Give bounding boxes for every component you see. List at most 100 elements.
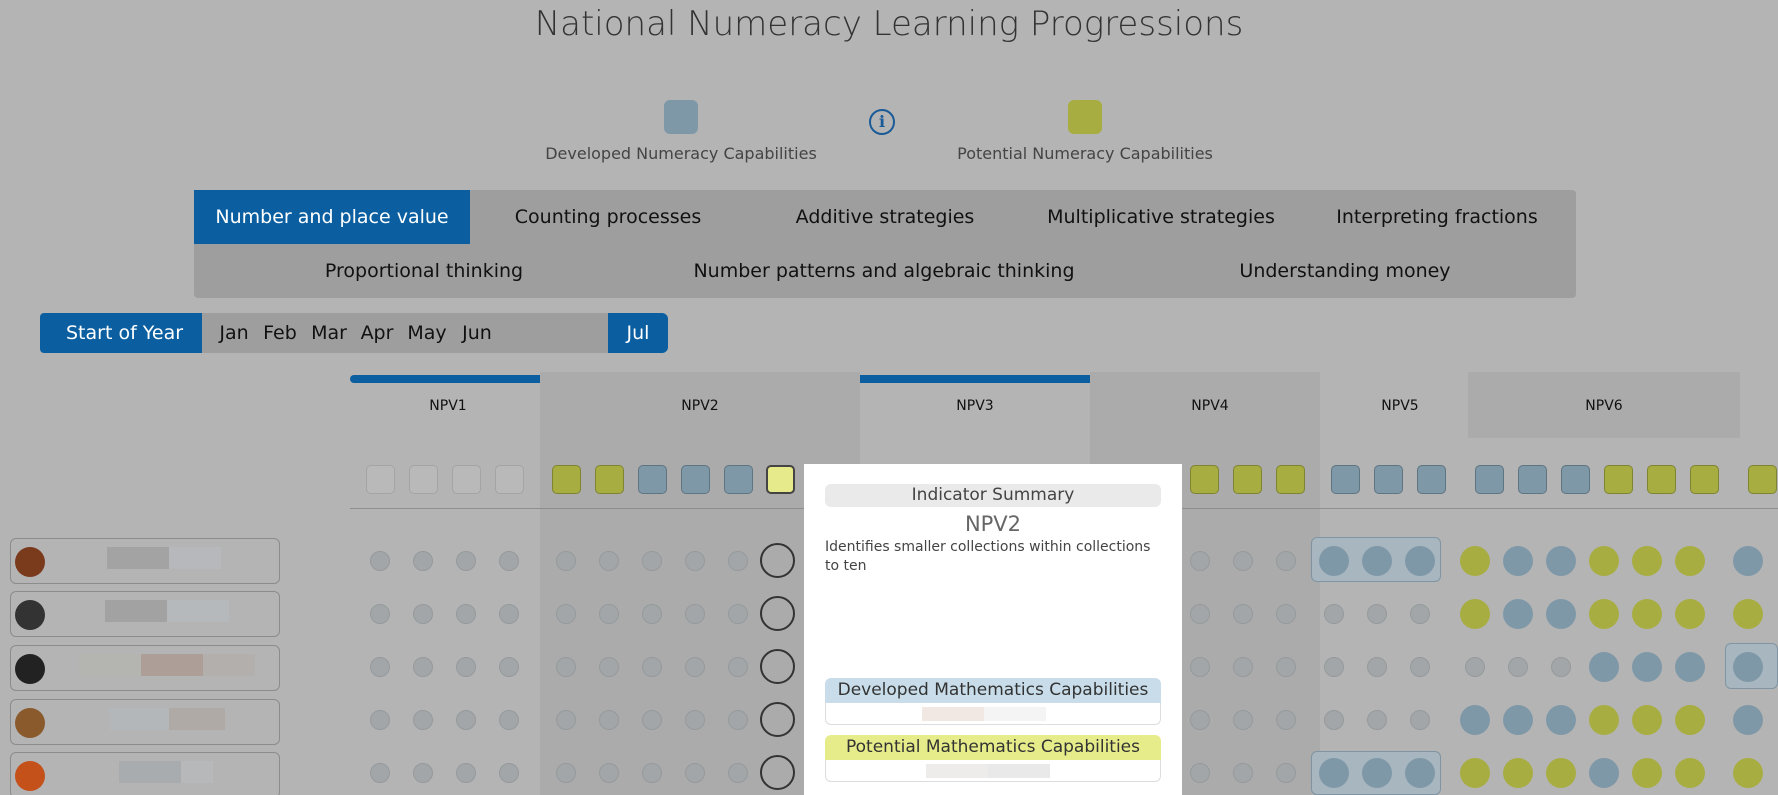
info-icon[interactable]: i [869,109,895,135]
indicator-square[interactable] [1518,465,1547,494]
progress-dot[interactable] [1632,705,1662,735]
progress-dot[interactable] [556,763,576,783]
progress-dot[interactable] [556,710,576,730]
column-header-npv3[interactable]: NPV3 [860,398,1090,414]
progress-dot[interactable] [1465,657,1485,677]
progress-dot[interactable] [685,763,705,783]
tab-number-and-place-value[interactable]: Number and place value [194,190,470,244]
progress-dot[interactable] [1733,546,1763,576]
progress-dot[interactable] [1362,758,1392,788]
progress-dot[interactable] [728,657,748,677]
progress-dot[interactable] [685,657,705,677]
progress-dot[interactable] [1632,652,1662,682]
progress-dot[interactable] [1460,599,1490,629]
indicator-square[interactable] [1561,465,1590,494]
progress-dot[interactable] [499,657,519,677]
progress-dot[interactable] [1190,763,1210,783]
progress-dot[interactable] [370,657,390,677]
progress-dot[interactable] [1233,763,1253,783]
progress-dot[interactable] [1324,604,1344,624]
progress-dot[interactable] [370,710,390,730]
progress-dot[interactable] [1190,551,1210,571]
progress-dot[interactable] [642,710,662,730]
progress-dot[interactable] [456,604,476,624]
progress-dot[interactable] [1632,599,1662,629]
progress-dot[interactable] [1324,657,1344,677]
progress-dot[interactable] [728,710,748,730]
progress-dot[interactable] [499,710,519,730]
progress-dot[interactable] [728,604,748,624]
month-jan[interactable]: Jan [214,313,254,353]
progress-dot[interactable] [1367,710,1387,730]
progress-dot[interactable] [1546,546,1576,576]
indicator-summary-popup[interactable]: Indicator Summary NPV2 Identifies smalle… [804,464,1182,795]
progress-dot[interactable] [642,763,662,783]
progress-dot[interactable] [1551,657,1571,677]
progress-dot[interactable] [1675,599,1705,629]
progress-dot[interactable] [1589,599,1619,629]
start-of-year-button[interactable]: Start of Year [40,313,208,353]
indicator-square[interactable] [1475,465,1504,494]
progress-dot[interactable] [685,551,705,571]
progress-dot[interactable] [1632,546,1662,576]
month-feb[interactable]: Feb [258,313,302,353]
progress-dot[interactable] [1367,657,1387,677]
tab-multiplicative-strategies[interactable]: Multiplicative strategies [1023,190,1299,244]
tab-interpreting-fractions[interactable]: Interpreting fractions [1299,190,1575,244]
progress-dot[interactable] [642,551,662,571]
progress-dot[interactable] [1190,657,1210,677]
indicator-square[interactable] [366,465,395,494]
tab-additive-strategies[interactable]: Additive strategies [747,190,1023,244]
progress-dot[interactable] [370,604,390,624]
column-header-npv4[interactable]: NPV4 [1090,398,1330,414]
indicator-square[interactable] [1748,465,1777,494]
progress-dot[interactable] [556,604,576,624]
progress-dot[interactable] [1405,546,1435,576]
progress-dot[interactable] [370,551,390,571]
month-jul[interactable]: Jul [608,313,668,353]
progress-dot[interactable] [1733,652,1763,682]
progress-dot[interactable] [599,763,619,783]
progress-dot[interactable] [1503,705,1533,735]
indicator-square[interactable] [681,465,710,494]
progress-dot[interactable] [1508,657,1528,677]
indicator-square[interactable] [1233,465,1262,494]
progress-dot[interactable] [1589,758,1619,788]
progress-dot[interactable] [1190,604,1210,624]
progress-dot[interactable] [1319,758,1349,788]
indicator-square[interactable] [552,465,581,494]
progress-dot[interactable] [1460,758,1490,788]
month-apr[interactable]: Apr [356,313,398,353]
progress-dot[interactable] [1276,604,1296,624]
progress-dot[interactable] [1733,599,1763,629]
progress-dot[interactable] [1233,710,1253,730]
progress-dot[interactable] [1733,705,1763,735]
progress-dot[interactable] [1589,652,1619,682]
progress-dot[interactable] [599,710,619,730]
progress-dot[interactable] [456,551,476,571]
tab-understanding-money[interactable]: Understanding money [1115,244,1575,298]
progress-dot[interactable] [642,657,662,677]
progress-dot[interactable] [1675,546,1705,576]
progress-dot[interactable] [413,604,433,624]
tab-counting-processes[interactable]: Counting processes [470,190,746,244]
indicator-square[interactable] [1190,465,1219,494]
progress-dot[interactable] [1233,604,1253,624]
student-row[interactable] [10,645,280,691]
column-header-npv6[interactable]: NPV6 [1468,398,1740,414]
progress-dot[interactable] [1362,546,1392,576]
progress-dot[interactable] [1233,657,1253,677]
progress-dot[interactable] [499,551,519,571]
progress-dot[interactable] [1503,599,1533,629]
progress-dot[interactable] [1546,705,1576,735]
indicator-square[interactable] [1604,465,1633,494]
progress-dot[interactable] [499,604,519,624]
month-mar[interactable]: Mar [306,313,352,353]
indicator-square[interactable] [1690,465,1719,494]
progress-dot[interactable] [413,710,433,730]
month-may[interactable]: May [402,313,452,353]
progress-dot[interactable] [370,763,390,783]
student-row[interactable] [10,591,280,637]
progress-dot[interactable] [1675,758,1705,788]
progress-dot[interactable] [1410,710,1430,730]
